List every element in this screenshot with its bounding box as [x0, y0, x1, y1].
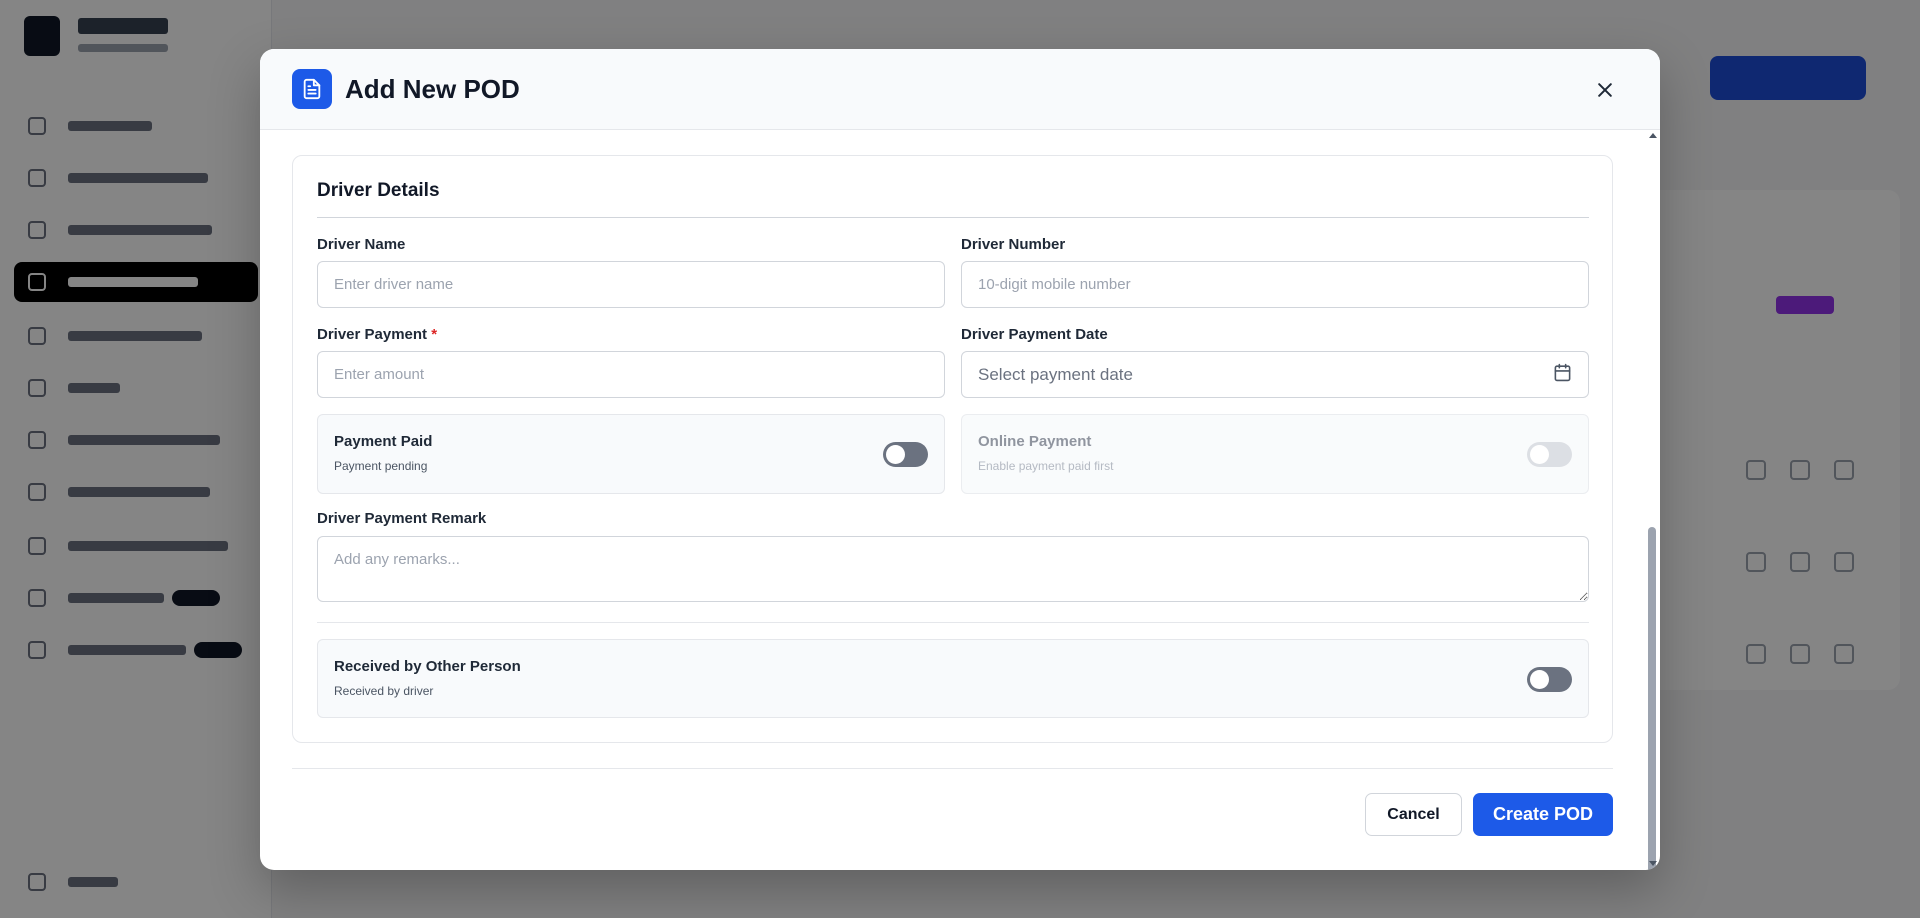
online-payment-subtitle: Enable payment paid first — [978, 459, 1114, 473]
scrollbar-thumb[interactable] — [1648, 527, 1656, 870]
section-divider — [317, 622, 1589, 623]
cancel-button[interactable]: Cancel — [1365, 793, 1462, 836]
payment-paid-toggle[interactable] — [883, 442, 928, 467]
payment-paid-title: Payment Paid — [334, 433, 433, 450]
footer-divider — [292, 768, 1613, 769]
driver-name-input[interactable] — [317, 261, 945, 308]
required-marker: * — [431, 326, 438, 343]
modal-title: Add New POD — [345, 73, 520, 104]
driver-number-input[interactable] — [961, 261, 1589, 308]
calendar-icon[interactable] — [1553, 363, 1572, 387]
driver-number-label: Driver Number — [961, 236, 1066, 253]
section-title: Driver Details — [317, 180, 440, 201]
close-icon[interactable] — [1590, 75, 1620, 105]
driver-payment-date-picker[interactable]: Select payment date — [961, 351, 1589, 398]
online-payment-title: Online Payment — [978, 433, 1092, 450]
driver-details-section: Driver Details Driver Name Driver Number… — [292, 155, 1613, 743]
section-divider — [317, 217, 1589, 218]
remark-textarea[interactable] — [317, 536, 1589, 602]
received-by-other-toggle[interactable] — [1527, 667, 1572, 692]
driver-payment-label: Driver Payment * — [317, 326, 437, 343]
payment-paid-subtitle: Payment pending — [334, 459, 428, 473]
payment-paid-card: Payment Paid Payment pending — [317, 414, 945, 494]
document-icon — [292, 69, 332, 109]
add-pod-modal: Add New POD Driver Details Driver Name D… — [260, 49, 1660, 870]
scroll-down-arrow-icon[interactable] — [1649, 861, 1657, 866]
remark-label: Driver Payment Remark — [317, 510, 487, 527]
modal-scrollbar[interactable] — [1646, 131, 1660, 870]
received-by-other-card: Received by Other Person Received by dri… — [317, 639, 1589, 718]
online-payment-card: Online Payment Enable payment paid first — [961, 414, 1589, 494]
modal-header: Add New POD — [260, 49, 1660, 130]
driver-payment-label-text: Driver Payment — [317, 326, 428, 343]
date-placeholder: Select payment date — [978, 364, 1133, 384]
online-payment-toggle — [1527, 442, 1572, 467]
driver-name-label: Driver Name — [317, 236, 406, 253]
driver-payment-input[interactable] — [317, 351, 945, 398]
received-by-other-title: Received by Other Person — [334, 658, 521, 675]
modal-body: Driver Details Driver Name Driver Number… — [260, 131, 1646, 870]
driver-payment-date-label: Driver Payment Date — [961, 326, 1108, 343]
create-pod-button[interactable]: Create POD — [1473, 793, 1613, 836]
received-by-other-subtitle: Received by driver — [334, 684, 434, 698]
scroll-up-arrow-icon[interactable] — [1649, 133, 1657, 138]
